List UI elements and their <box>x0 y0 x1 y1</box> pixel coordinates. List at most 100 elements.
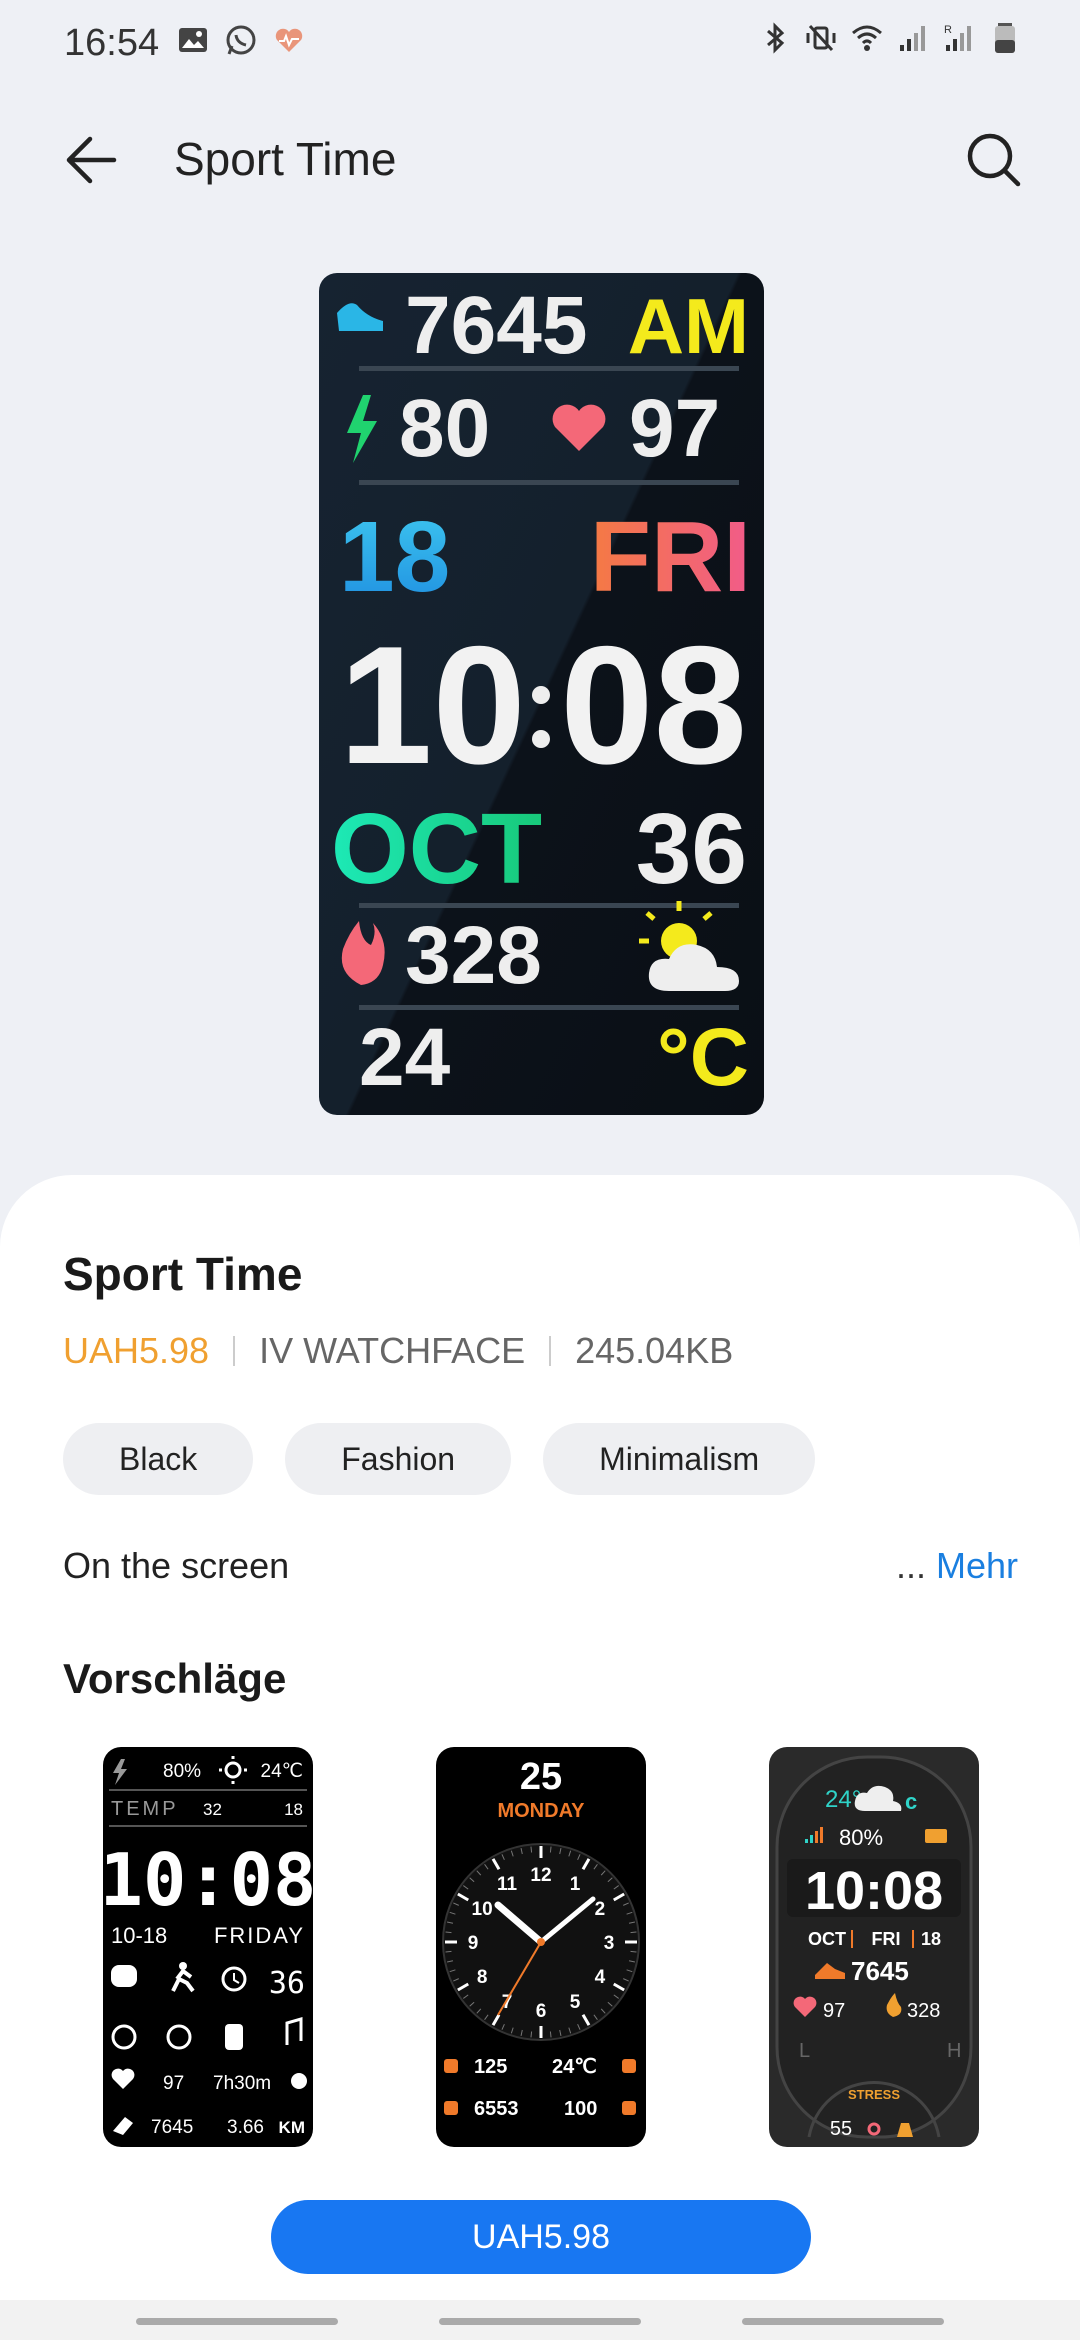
watch-day: 18 <box>339 501 450 613</box>
s1-battery: 80% <box>163 1761 201 1782</box>
s1-steps: 7645 <box>151 2117 193 2138</box>
watch-calories: 328 <box>405 910 542 1001</box>
more-link[interactable]: Mehr <box>936 1545 1018 1586</box>
tag-minimalism[interactable]: Minimalism <box>543 1423 816 1495</box>
s3-calories: 328 <box>907 2000 940 2022</box>
s3-steps: 7645 <box>851 1956 909 1986</box>
dial-number: 11 <box>497 1874 518 1895</box>
dial-number: 9 <box>468 1933 479 1954</box>
watch-temp: 24 <box>359 1012 451 1103</box>
dial-number: 4 <box>595 1967 606 1988</box>
dial-tick <box>630 1931 637 1934</box>
details-sheet: Sport Time UAH5.98 IV WATCHFACE 245.04KB… <box>0 1175 1080 2340</box>
buy-button[interactable]: UAH5.98 <box>271 2200 811 2274</box>
s2-steps: 6553 <box>474 2098 519 2120</box>
s3-battery: 80% <box>839 1825 883 1850</box>
s1-temp-high: 32 <box>203 1800 222 1819</box>
product-size: 245.04KB <box>575 1330 734 1371</box>
status-notification-icons <box>176 22 306 58</box>
watch-minute: 08 <box>560 611 747 799</box>
status-time: 16:54 <box>64 22 160 64</box>
s2-day: 25 <box>520 1756 562 1798</box>
product-vendor[interactable]: IV WATCHFACE <box>259 1330 525 1372</box>
heart-icon <box>444 2059 458 2073</box>
health-heart-icon <box>275 28 303 52</box>
s2-temp: 24℃ <box>552 2056 597 2078</box>
watch-temp-unit: °C <box>657 1012 749 1103</box>
s2-weekday: MONDAY <box>497 1800 585 1822</box>
s1-temp-label: TEMP <box>111 1798 179 1820</box>
back-button[interactable] <box>56 124 128 196</box>
meta-divider <box>233 1336 236 1366</box>
signal-icon <box>900 26 925 51</box>
suggestion-card-1[interactable]: 80% 24℃ TEMP 32 18 10:08 10-18 FRIDAY 36 <box>103 1747 313 2147</box>
timer-icon <box>166 2024 192 2050</box>
description-row: On the screen ... Mehr <box>63 1545 1018 1587</box>
dial-tick <box>549 1846 552 1853</box>
tag-black[interactable]: Black <box>63 1423 254 1495</box>
dial-number: 3 <box>604 1933 615 1954</box>
mail-icon <box>925 1829 947 1843</box>
s3-stress: 55 <box>830 2118 852 2140</box>
s3-time: 10:08 <box>805 1861 943 1921</box>
moon-icon <box>291 2073 307 2089</box>
watch-month: OCT <box>331 793 542 905</box>
alarm-icon <box>221 1966 247 1992</box>
bolt-icon <box>622 2101 636 2115</box>
watchface-preview[interactable]: 7645 AM 80 97 18 FRI 10 08 OCT 36 328 24… <box>319 273 764 1115</box>
nav-home-button[interactable] <box>439 2318 641 2325</box>
dial-tick <box>530 2031 533 2038</box>
suggestion-card-2[interactable]: 25 MONDAY 12 1 2 3 4 5 6 7 8 9 10 11 125 24℃ 6553 1… <box>436 1747 646 2147</box>
whatsapp-icon <box>226 25 256 55</box>
s1-heart: 97 <box>163 2073 184 2094</box>
watch-weekday: FRI <box>590 501 751 613</box>
s3-low-label: L <box>799 2040 810 2062</box>
s3-month: OCT <box>808 1929 846 1949</box>
bolt-icon <box>113 1759 127 1785</box>
s1-weekday: FRIDAY <box>214 1923 305 1948</box>
watch-steps: 7645 <box>405 280 587 371</box>
nav-recents-button[interactable] <box>136 2318 338 2325</box>
suggestion-card-3[interactable]: 24° c 80% 10:08 OCT FRI 18 7645 97 328 L… <box>769 1747 979 2147</box>
s1-week: 36 <box>269 1966 305 2001</box>
dial-number: 8 <box>477 1967 488 1988</box>
s1-distance-unit: KM <box>279 2118 305 2137</box>
sun-icon <box>219 1756 247 1784</box>
tag-fashion[interactable]: Fashion <box>285 1423 512 1495</box>
s1-time: 10:08 <box>103 1838 313 1922</box>
search-button[interactable] <box>958 124 1030 196</box>
s1-distance: 3.66 <box>227 2117 264 2138</box>
dial-tick <box>445 1950 452 1953</box>
stopwatch-icon <box>111 2024 137 2050</box>
flame-icon <box>341 921 385 985</box>
product-price: UAH5.98 <box>63 1330 210 1371</box>
battery-icon <box>995 23 1015 53</box>
tag-list: Black Fashion Minimalism <box>63 1423 816 1495</box>
s3-day: 18 <box>921 1929 941 1949</box>
nav-back-button[interactable] <box>742 2318 944 2325</box>
watch-ampm: AM <box>628 282 749 370</box>
shoe-icon <box>113 2117 133 2135</box>
heart-icon <box>111 2068 135 2089</box>
watch-week: 36 <box>636 793 747 905</box>
flashlight-icon <box>225 2024 243 2050</box>
more-ellipsis: ... <box>895 1545 926 1586</box>
more-control[interactable]: ... Mehr <box>896 1545 1018 1587</box>
dial-tick <box>549 2031 552 2038</box>
status-bar: 16:54 R <box>0 0 1080 84</box>
s1-temp: 24℃ <box>261 1761 303 1782</box>
vibrate-mute-icon <box>806 24 836 52</box>
dial-number: 2 <box>595 1899 606 1920</box>
s3-stress-label: STRESS <box>848 2087 900 2102</box>
shoe-icon <box>444 2101 458 2115</box>
sun-icon <box>622 2059 636 2073</box>
s3-temp-unit: c <box>905 1789 917 1814</box>
product-meta: UAH5.98 IV WATCHFACE 245.04KB <box>63 1330 733 1372</box>
search-icon <box>967 133 1021 187</box>
bluetooth-icon <box>767 22 785 54</box>
roaming-label: R <box>944 24 952 36</box>
shoe-icon <box>337 303 383 331</box>
page-title: Sport Time <box>174 133 397 185</box>
wifi-icon <box>852 25 882 51</box>
product-title: Sport Time <box>63 1248 303 1300</box>
